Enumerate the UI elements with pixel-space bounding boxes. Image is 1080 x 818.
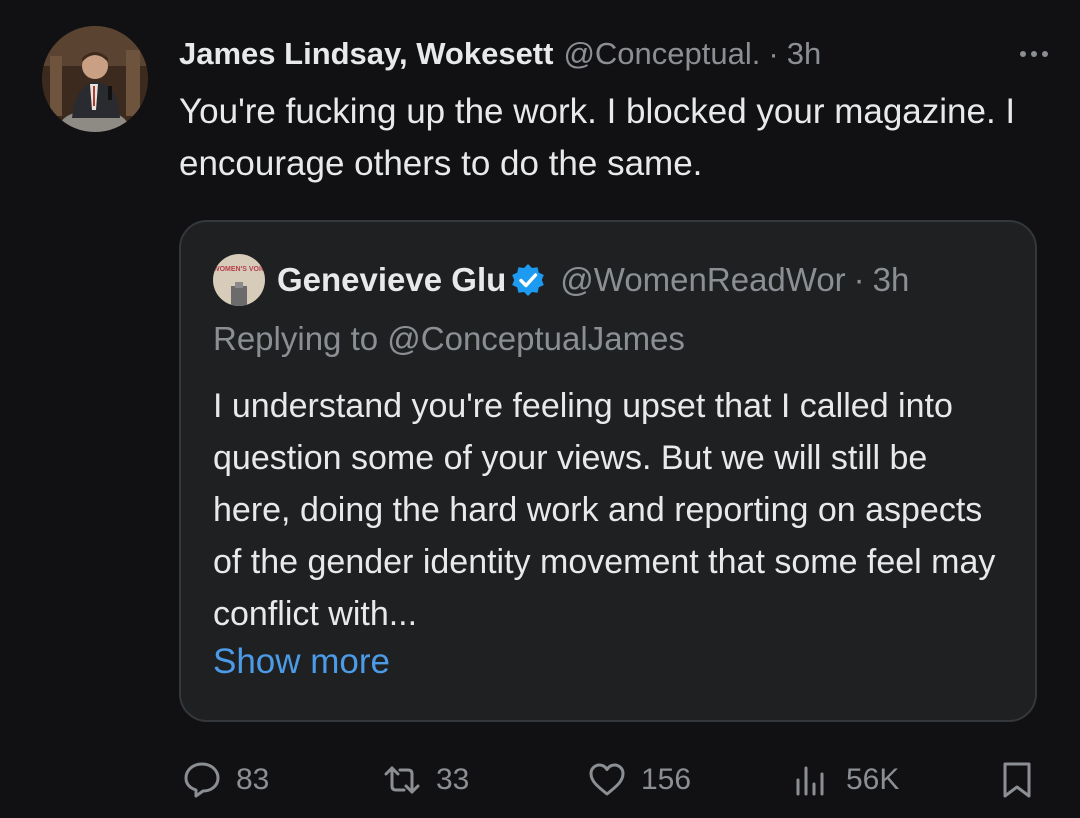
- quoted-author-name[interactable]: Genevieve Glu: [277, 261, 506, 299]
- reply-count: 83: [236, 763, 270, 796]
- reply-button[interactable]: 83: [180, 752, 269, 808]
- like-button[interactable]: 156: [585, 752, 691, 808]
- author-avatar[interactable]: [42, 26, 148, 132]
- tweet-text: You're fucking up the work. I blocked yo…: [179, 92, 1016, 183]
- verified-badge-icon: [512, 264, 545, 296]
- replying-to: Replying to @ConceptualJames: [213, 320, 685, 357]
- views-icon: [796, 766, 824, 796]
- quoted-tweet-time[interactable]: 3h: [873, 261, 910, 299]
- repost-icon: [384, 766, 420, 794]
- like-count: 156: [641, 763, 692, 796]
- views-count: 56K: [846, 763, 900, 796]
- bookmark-icon: [1003, 762, 1031, 798]
- views-button[interactable]: 56K: [790, 752, 899, 808]
- quoted-author-avatar[interactable]: WOMEN'S VOICES: [213, 254, 265, 306]
- quoted-tweet-header: WOMEN'S VOICES Genevieve Glu @WomenReadW…: [213, 254, 1013, 306]
- tweet[interactable]: James Lindsay, Wokesett @Conceptual. · 3…: [0, 0, 1080, 818]
- heart-icon: [589, 763, 625, 796]
- tweet-actions: 83 33 156 56K: [0, 752, 1080, 808]
- tweet-time[interactable]: 3h: [787, 36, 821, 72]
- header-separator: ·: [768, 36, 779, 71]
- repost-button[interactable]: 33: [380, 752, 469, 808]
- quoted-author-handle[interactable]: @WomenReadWor: [560, 261, 845, 299]
- quoted-tweet-text: I understand you're feeling upset that I…: [213, 387, 996, 633]
- more-options-icon[interactable]: [1009, 32, 1059, 76]
- author-name[interactable]: James Lindsay, Wokesett: [179, 36, 553, 72]
- tweet-header: James Lindsay, Wokesett @Conceptual. · 3…: [179, 32, 1059, 76]
- author-handle[interactable]: @Conceptual.: [563, 36, 760, 72]
- quoted-header-separator: ·: [853, 261, 865, 298]
- reply-icon: [184, 762, 220, 798]
- bookmark-button[interactable]: [995, 752, 1051, 808]
- repost-count: 33: [436, 763, 470, 796]
- show-more-link[interactable]: Show more: [213, 642, 390, 682]
- quoted-tweet[interactable]: WOMEN'S VOICES Genevieve Glu @WomenReadW…: [179, 220, 1037, 722]
